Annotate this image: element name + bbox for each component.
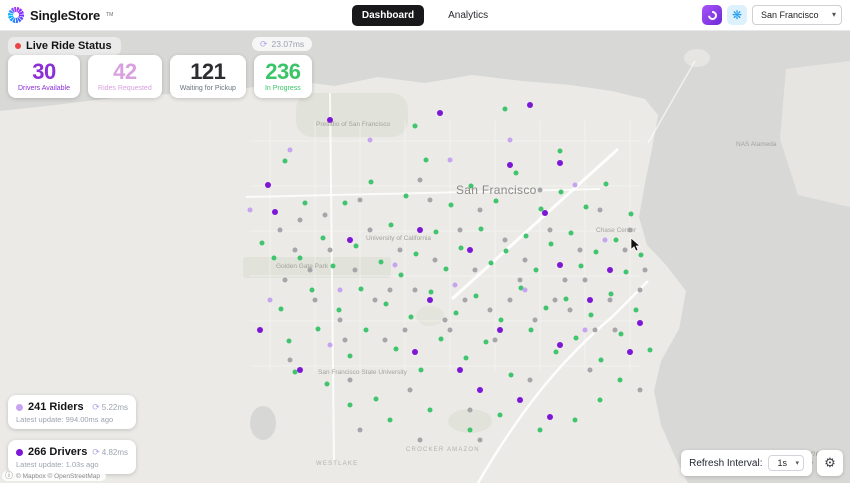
app-header: SingleStore TM Dashboard Analytics ❋ San… bbox=[0, 0, 850, 31]
brand-name: SingleStore bbox=[30, 7, 101, 23]
drivers-card: 266 Drivers ⟳ 4.82ms Latest update: 1.03… bbox=[8, 440, 136, 474]
singlestore-logo-icon bbox=[8, 7, 24, 23]
legend-dot-riders bbox=[16, 403, 23, 411]
riders-latency: ⟳ 5.22ms bbox=[92, 401, 128, 412]
stat-label: Rides Requested bbox=[98, 85, 152, 93]
live-status-badge: Live Ride Status bbox=[8, 37, 121, 55]
refresh-interval-value: 1s bbox=[777, 458, 787, 468]
map-canvas[interactable]: San Francisco Presidio of San Francisco Un… bbox=[0, 31, 850, 483]
refresh-interval-select[interactable]: 1s ▾ bbox=[768, 455, 804, 471]
chevron-down-icon: ▾ bbox=[795, 460, 799, 467]
riders-count: 241 Riders bbox=[28, 401, 84, 413]
refresh-interval-label: Refresh Interval: bbox=[689, 457, 763, 469]
stat-value: 42 bbox=[113, 59, 137, 84]
app-root: SingleStore TM Dashboard Analytics ❋ San… bbox=[0, 0, 850, 483]
drivers-latency-value: 4.82ms bbox=[101, 447, 128, 457]
stat-card-in-progress: 236 In Progress bbox=[253, 55, 312, 99]
stat-value: 121 bbox=[190, 59, 226, 84]
stat-label: Waiting for Pickup bbox=[179, 85, 236, 93]
live-status-label: Live Ride Status bbox=[26, 40, 112, 52]
brand: SingleStore TM bbox=[8, 7, 113, 23]
riders-latency-value: 5.22ms bbox=[101, 402, 128, 412]
live-dot-icon bbox=[15, 43, 21, 49]
theme-toggle-purple-button[interactable] bbox=[702, 5, 722, 25]
swirl-icon bbox=[705, 8, 719, 22]
attribution-text: © Mapbox © OpenStreetMap bbox=[16, 472, 101, 480]
city-select[interactable]: San Francisco ▾ bbox=[752, 5, 842, 25]
header-right: ❋ San Francisco ▾ bbox=[702, 5, 842, 25]
stat-value: 30 bbox=[32, 59, 56, 84]
asterisk-icon: ❋ bbox=[731, 8, 743, 22]
gear-icon: ⚙ bbox=[824, 455, 836, 470]
query-latency-value: 23.07ms bbox=[271, 39, 305, 49]
stat-card-rides-requested: 42 Rides Requested bbox=[88, 55, 162, 99]
brand-trademark: TM bbox=[106, 12, 114, 18]
tab-analytics[interactable]: Analytics bbox=[438, 5, 498, 26]
stat-label: Drivers Available bbox=[18, 85, 71, 93]
map-style-toggle-button[interactable]: ❋ bbox=[727, 5, 747, 25]
refresh-icon: ⟳ bbox=[260, 38, 268, 49]
city-select-value: San Francisco bbox=[761, 10, 819, 20]
drivers-count: 266 Drivers bbox=[28, 446, 88, 458]
stat-value: 236 bbox=[265, 59, 301, 84]
tab-dashboard[interactable]: Dashboard bbox=[351, 5, 425, 26]
stat-card-waiting-pickup: 121 Waiting for Pickup bbox=[169, 55, 246, 99]
refresh-icon: ⟳ bbox=[92, 446, 100, 457]
mouse-cursor bbox=[630, 238, 641, 252]
map-attribution[interactable]: ⓘ © Mapbox © OpenStreetMap bbox=[2, 471, 107, 481]
drivers-card-header: 266 Drivers ⟳ 4.82ms bbox=[16, 446, 128, 458]
stat-label: In Progress bbox=[264, 85, 301, 93]
map-settings-button[interactable]: ⚙ bbox=[817, 450, 843, 476]
drivers-latency: ⟳ 4.82ms bbox=[92, 446, 128, 457]
stat-card-drivers-available: 30 Drivers Available bbox=[8, 55, 81, 99]
refresh-interval-panel: Refresh Interval: 1s ▾ bbox=[681, 450, 812, 476]
info-icon: ⓘ bbox=[5, 471, 13, 480]
drivers-last-update: Latest update: 1.03s ago bbox=[16, 460, 99, 469]
query-latency-badge: ⟳ 23.07ms bbox=[252, 37, 313, 51]
refresh-icon: ⟳ bbox=[92, 401, 100, 412]
chevron-down-icon: ▾ bbox=[831, 10, 836, 19]
legend-dot-drivers bbox=[16, 448, 23, 456]
riders-last-update: Latest update: 994.00ms ago bbox=[16, 415, 114, 424]
riders-card: 241 Riders ⟳ 5.22ms Latest update: 994.0… bbox=[8, 395, 136, 429]
stats-row: 30 Drivers Available 42 Rides Requested … bbox=[8, 55, 312, 99]
riders-card-header: 241 Riders ⟳ 5.22ms bbox=[16, 401, 128, 413]
